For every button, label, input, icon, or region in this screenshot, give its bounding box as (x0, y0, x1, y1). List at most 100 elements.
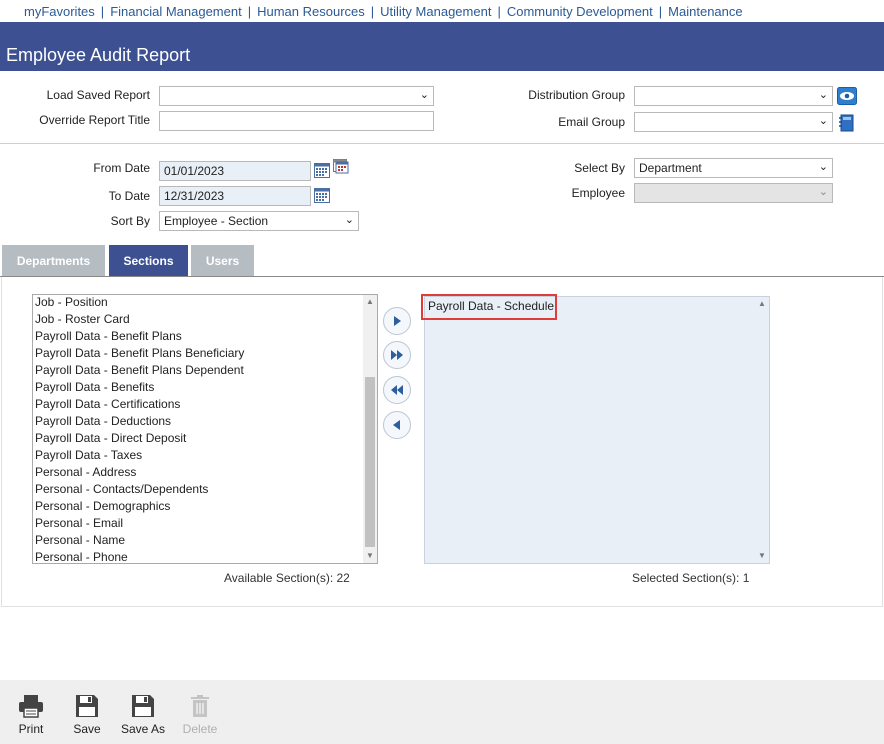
employee-label: Employee (571, 186, 625, 200)
to-date-label: To Date (108, 189, 150, 203)
delete-label: Delete (182, 722, 218, 736)
tab-departments[interactable]: Departments (2, 245, 105, 277)
arrow-left-icon (393, 420, 400, 430)
printer-icon (19, 695, 43, 718)
section-divider (0, 143, 884, 144)
chevron-down-icon: ⌄ (419, 89, 429, 101)
list-item[interactable]: Job - Position (33, 295, 363, 311)
delete-button[interactable]: Delete (180, 694, 220, 736)
arrow-right-icon (394, 316, 401, 326)
nav-maintenance[interactable]: Maintenance (662, 4, 748, 19)
nav-financial-management[interactable]: Financial Management (104, 4, 248, 19)
chevron-down-icon: ⌄ (818, 186, 828, 198)
move-right-button[interactable] (383, 307, 411, 335)
date-range-calendar-button[interactable] (333, 158, 349, 177)
selected-count: Selected Section(s): 1 (632, 571, 750, 585)
email-group-book-button[interactable] (838, 114, 854, 135)
list-item[interactable]: Personal - Contacts/Dependents (33, 481, 363, 498)
scrollbar-thumb[interactable] (365, 377, 375, 547)
list-item[interactable]: Payroll Data - Taxes (33, 447, 363, 464)
available-items: Job - Position Job - Roster Card Payroll… (33, 295, 363, 563)
scroll-up-icon[interactable]: ▲ (363, 295, 377, 309)
list-item[interactable]: Personal - Demographics (33, 498, 363, 515)
selected-sections-list[interactable]: Payroll Data - Schedule ▲ ▼ (424, 296, 770, 564)
highlight-box (421, 294, 557, 320)
scroll-up-icon[interactable]: ▲ (755, 297, 769, 311)
footer-toolbar: Print Save Save As Delete (0, 680, 884, 744)
view-distribution-group-button[interactable] (837, 87, 857, 108)
to-date-calendar-button[interactable] (314, 187, 330, 206)
list-item[interactable]: Personal - Name (33, 532, 363, 549)
save-button[interactable]: Save (68, 694, 106, 736)
sections-panel: Job - Position Job - Roster Card Payroll… (1, 277, 883, 607)
tab-sections[interactable]: Sections (109, 245, 188, 277)
from-date-input[interactable]: 01/01/2023 (159, 161, 311, 181)
save-as-icon (132, 695, 154, 717)
distribution-group-select[interactable]: ⌄ (634, 86, 833, 106)
print-label: Print (18, 722, 44, 736)
to-date-input[interactable]: 12/31/2023 (159, 186, 311, 206)
list-item[interactable]: Payroll Data - Direct Deposit (33, 430, 363, 447)
available-sections-list[interactable]: Job - Position Job - Roster Card Payroll… (32, 294, 378, 564)
list-item[interactable]: Payroll Data - Benefits (33, 379, 363, 396)
from-date-label: From Date (93, 161, 150, 175)
list-item[interactable]: Job - Roster Card (33, 311, 363, 328)
list-item[interactable]: Payroll Data - Benefit Plans Beneficiary (33, 345, 363, 362)
selected-scrollbar[interactable]: ▲ ▼ (755, 297, 769, 563)
list-item[interactable]: Personal - Address (33, 464, 363, 481)
load-saved-report-select[interactable]: ⌄ (159, 86, 434, 106)
list-item[interactable]: Payroll Data - Certifications (33, 396, 363, 413)
page-title: Employee Audit Report (6, 45, 191, 65)
override-report-title-input[interactable] (159, 111, 434, 131)
calendar-icon (314, 163, 330, 178)
email-group-select[interactable]: ⌄ (634, 112, 833, 132)
nav-human-resources[interactable]: Human Resources (251, 4, 371, 19)
distribution-group-label: Distribution Group (528, 88, 625, 102)
chevron-down-icon: ⌄ (818, 161, 828, 173)
move-all-left-button[interactable] (383, 376, 411, 404)
list-item[interactable]: Personal - Email (33, 515, 363, 532)
nav-community-development[interactable]: Community Development (501, 4, 659, 19)
double-arrow-right-icon (391, 350, 403, 360)
eye-icon (837, 87, 857, 105)
move-all-right-button[interactable] (383, 341, 411, 369)
move-left-button[interactable] (383, 411, 411, 439)
from-date-calendar-button[interactable] (314, 162, 330, 181)
nav-myfavorites[interactable]: myFavorites (18, 4, 101, 19)
list-item[interactable]: Payroll Data - Benefit Plans (33, 328, 363, 345)
chevron-down-icon: ⌄ (344, 214, 354, 226)
trash-icon (191, 695, 209, 717)
calendar-range-icon (333, 159, 349, 174)
override-report-title-label: Override Report Title (39, 113, 150, 127)
scroll-down-icon[interactable]: ▼ (755, 549, 769, 563)
save-icon (76, 695, 98, 717)
list-item[interactable]: Payroll Data - Deductions (33, 413, 363, 430)
select-by-label: Select By (574, 161, 625, 175)
list-item[interactable]: Personal - Phone (33, 549, 363, 563)
save-as-label: Save As (120, 722, 166, 736)
available-count: Available Section(s): 22 (224, 571, 350, 585)
save-label: Save (73, 722, 101, 736)
list-item[interactable]: Payroll Data - Benefit Plans Dependent (33, 362, 363, 379)
double-arrow-left-icon (391, 385, 403, 395)
nav-utility-management[interactable]: Utility Management (374, 4, 497, 19)
load-saved-report-label: Load Saved Report (46, 88, 150, 102)
tab-users[interactable]: Users (191, 245, 254, 277)
select-by-select[interactable]: Department ⌄ (634, 158, 833, 178)
scroll-down-icon[interactable]: ▼ (363, 549, 377, 563)
chevron-down-icon: ⌄ (818, 89, 828, 101)
top-nav: myFavorites | Financial Management | Hum… (0, 0, 884, 22)
sort-by-select[interactable]: Employee - Section ⌄ (159, 211, 359, 231)
email-group-label: Email Group (558, 115, 625, 129)
title-bar: Employee Audit Report (0, 22, 884, 71)
print-button[interactable]: Print (12, 694, 50, 736)
save-as-button[interactable]: Save As (118, 694, 168, 736)
available-scrollbar[interactable]: ▲ ▼ (363, 295, 377, 563)
sort-by-label: Sort By (110, 214, 150, 228)
select-by-value: Department (639, 161, 702, 175)
chevron-down-icon: ⌄ (818, 115, 828, 127)
calendar-icon (314, 188, 330, 203)
sort-by-value: Employee - Section (164, 214, 269, 228)
employee-select[interactable]: ⌄ (634, 183, 833, 203)
address-book-icon (839, 114, 854, 132)
